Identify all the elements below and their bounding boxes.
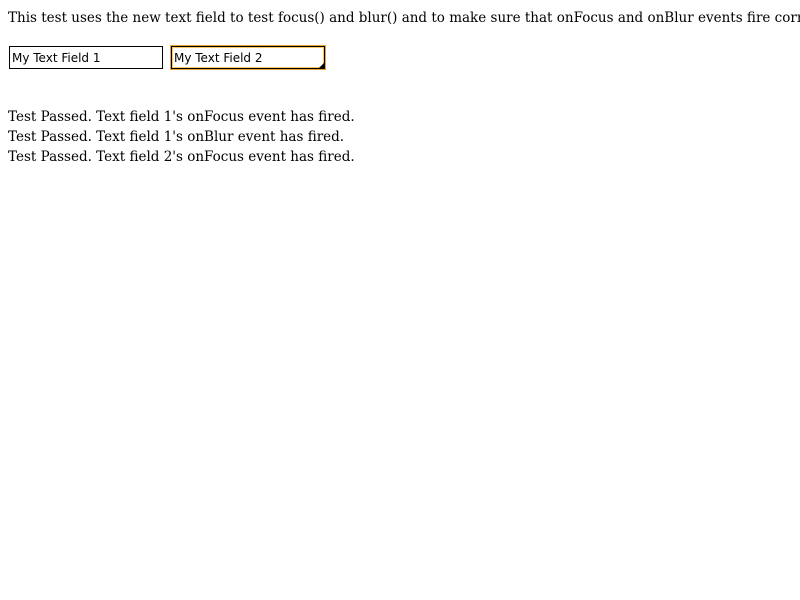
text-field-2[interactable] [171,46,325,69]
intro-text: This test uses the new text field to tes… [8,10,800,26]
test-result-line: Test Passed. Text field 1's onFocus even… [8,109,355,125]
resize-corner-icon[interactable] [319,63,324,68]
test-result-line: Test Passed. Text field 1's onBlur event… [8,129,345,145]
text-field-1[interactable] [9,46,163,69]
text-field-row [9,46,325,69]
text-field-1-wrapper [9,46,163,69]
test-result-line: Test Passed. Text field 2's onFocus even… [8,149,355,165]
text-field-2-wrapper [171,46,325,69]
test-results-list: Test Passed. Text field 1's onFocus even… [8,107,355,167]
